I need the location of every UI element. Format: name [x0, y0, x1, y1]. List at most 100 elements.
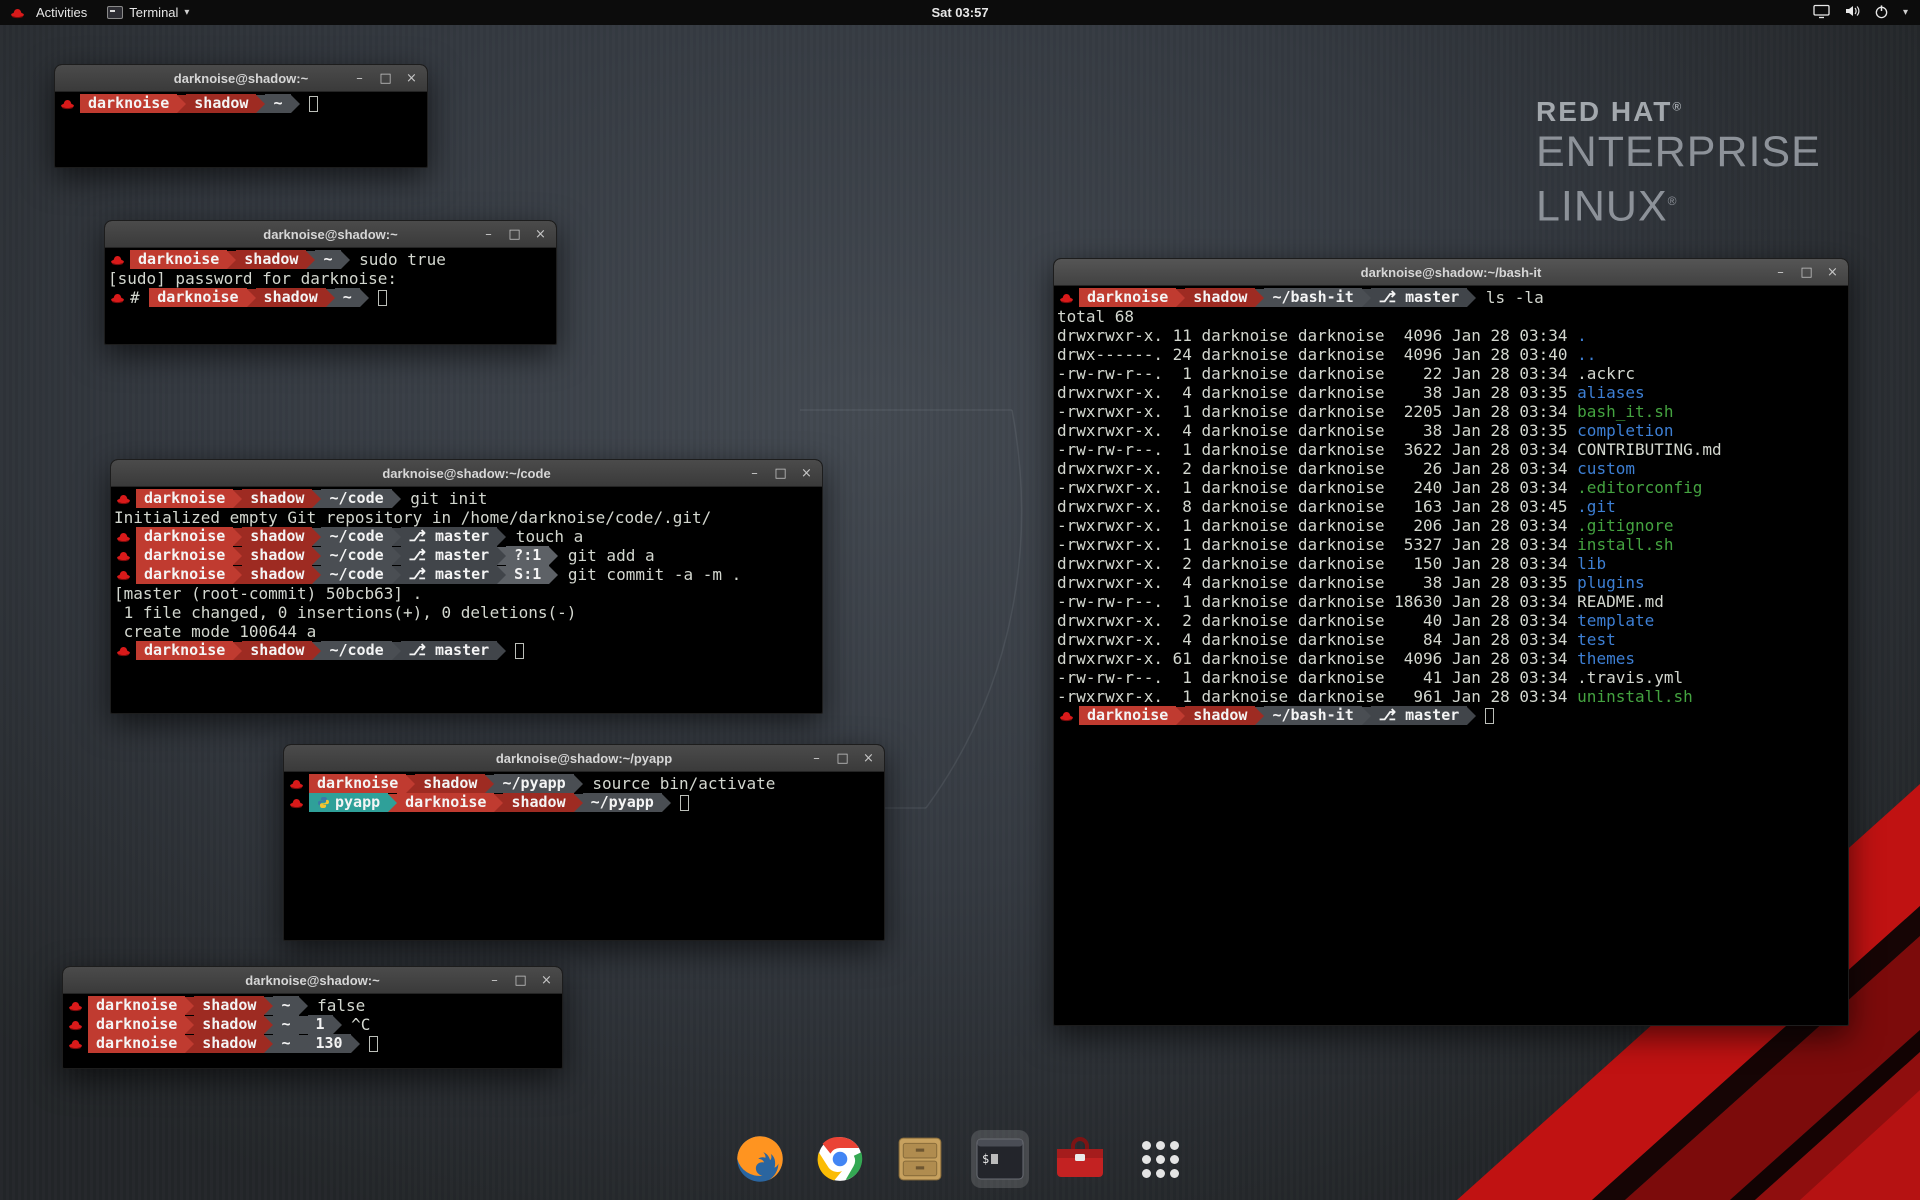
app-menu-terminal[interactable]: Terminal ▾: [107, 5, 189, 20]
powerline-separator-icon: [312, 528, 321, 546]
titlebar[interactable]: darknoise@shadow:~/bash-it – □ ×: [1054, 259, 1848, 286]
close-button[interactable]: ×: [540, 974, 553, 987]
ls-entry: drwxrwxr-x. 4 darknoise darknoise 38 Jan…: [1057, 573, 1845, 592]
terminal-content[interactable]: darknoiseshadow~ sudo true[sudo] passwor…: [105, 248, 556, 309]
terminal-content[interactable]: darknoiseshadow~: [55, 92, 427, 115]
ls-entry-details: drwxrwxr-x. 11 darknoise darknoise 4096 …: [1057, 326, 1577, 345]
ls-entry-details: -rwxrwxr-x. 1 darknoise darknoise 2205 J…: [1057, 402, 1577, 421]
terminal-content[interactable]: darknoiseshadow~/code git initInitialize…: [111, 487, 822, 662]
ls-entry: drwxrwxr-x. 11 darknoise darknoise 4096 …: [1057, 326, 1845, 345]
command-text: false: [308, 996, 366, 1015]
minimize-button[interactable]: –: [482, 228, 495, 241]
titlebar[interactable]: darknoise@shadow:~ – □ ×: [63, 967, 562, 994]
redhat-icon: [110, 254, 125, 266]
titlebar[interactable]: darknoise@shadow:~ – □ ×: [105, 221, 556, 248]
titlebar[interactable]: darknoise@shadow:~/pyapp – □ ×: [284, 745, 884, 772]
prompt-segment-path: ~/code: [321, 641, 391, 660]
powerline-separator-icon: [1467, 707, 1476, 725]
terminal-content[interactable]: darknoiseshadow~ falsedarknoiseshadow~1 …: [63, 994, 562, 1055]
dock-item-terminal[interactable]: $: [971, 1130, 1029, 1188]
powerline-separator-icon: [392, 547, 401, 565]
system-status-area[interactable]: ▾: [1813, 3, 1920, 22]
maximize-button[interactable]: □: [514, 974, 527, 987]
ls-entry-name: ..: [1577, 345, 1596, 364]
command-text: ls -la: [1476, 288, 1543, 307]
close-button[interactable]: ×: [534, 228, 547, 241]
minimize-button[interactable]: –: [1774, 266, 1787, 279]
ls-entry-details: -rw-rw-r--. 1 darknoise darknoise 3622 J…: [1057, 440, 1577, 459]
maximize-button[interactable]: □: [508, 228, 521, 241]
terminal-window-pyapp[interactable]: darknoise@shadow:~/pyapp – □ × darknoise…: [283, 744, 885, 941]
prompt-line: darknoiseshadow~/pyapp source bin/activa…: [287, 774, 881, 793]
terminal-content[interactable]: darknoiseshadow~/bash-it⎇ master ls -lat…: [1054, 286, 1848, 727]
ls-entry-details: drwxrwxr-x. 2 darknoise darknoise 40 Jan…: [1057, 611, 1577, 630]
output-line: [master (root-commit) 50bcb63] .: [114, 584, 819, 603]
prompt-segment-git: ⎇ master: [401, 565, 498, 584]
minimize-button[interactable]: –: [810, 752, 823, 765]
terminal-cursor: [1485, 708, 1494, 724]
prompt-segment-path: ~: [315, 250, 340, 269]
prompt-segment-user: darknoise: [88, 996, 185, 1015]
redhat-icon: [68, 1000, 83, 1012]
dock-item-files[interactable]: [891, 1130, 949, 1188]
titlebar[interactable]: darknoise@shadow:~ – □ ×: [55, 65, 427, 92]
prompt-segment-host: shadow: [1185, 706, 1255, 725]
maximize-button[interactable]: □: [774, 467, 787, 480]
output-line: 1 file changed, 0 insertions(+), 0 delet…: [114, 603, 819, 622]
prompt-segment-path: ~/code: [321, 527, 391, 546]
prompt-segment-path: ~/bash-it: [1264, 288, 1361, 307]
ls-entry-name: custom: [1577, 459, 1635, 478]
ls-entry: drwxrwxr-x. 4 darknoise darknoise 38 Jan…: [1057, 383, 1845, 402]
window-title: darknoise@shadow:~: [174, 71, 308, 86]
window-title: darknoise@shadow:~/pyapp: [496, 751, 672, 766]
powerline-separator-icon: [497, 547, 506, 565]
maximize-button[interactable]: □: [1800, 266, 1813, 279]
prompt-line: darknoiseshadow~ false: [66, 996, 559, 1015]
powerline-separator-icon: [549, 566, 558, 584]
prompt-segment-host: shadow: [186, 94, 256, 113]
prompt-segment-path: ~/pyapp: [494, 774, 573, 793]
terminal-window-sudo[interactable]: darknoise@shadow:~ – □ × darknoiseshadow…: [104, 220, 557, 345]
clock[interactable]: Sat 03:57: [931, 5, 988, 20]
ls-entry-details: drwxrwxr-x. 4 darknoise darknoise 38 Jan…: [1057, 383, 1577, 402]
titlebar[interactable]: darknoise@shadow:~/code – □ ×: [111, 460, 822, 487]
prompt-line: darknoiseshadow~: [58, 94, 424, 113]
powerline-separator-icon: [392, 642, 401, 660]
prompt-line: darknoiseshadow~130: [66, 1034, 559, 1053]
powerline-separator-icon: [264, 997, 273, 1015]
dock-item-firefox[interactable]: [731, 1130, 789, 1188]
powerline-separator-icon: [574, 775, 583, 793]
maximize-button[interactable]: □: [379, 72, 392, 85]
close-button[interactable]: ×: [1826, 266, 1839, 279]
dock: $: [0, 1130, 1920, 1188]
output-line: [sudo] password for darknoise:: [108, 269, 553, 288]
minimize-button[interactable]: –: [748, 467, 761, 480]
prompt-segment-host: shadow: [415, 774, 485, 793]
dock-item-show-applications[interactable]: [1131, 1130, 1189, 1188]
maximize-button[interactable]: □: [836, 752, 849, 765]
powerline-separator-icon: [549, 547, 558, 565]
minimize-button[interactable]: –: [488, 974, 501, 987]
terminal-window-home-1[interactable]: darknoise@shadow:~ – □ × darknoiseshadow…: [54, 64, 428, 168]
close-button[interactable]: ×: [862, 752, 875, 765]
close-button[interactable]: ×: [800, 467, 813, 480]
terminal-window-home-2[interactable]: darknoise@shadow:~ – □ × darknoiseshadow…: [62, 966, 563, 1069]
powerline-separator-icon: [351, 1035, 360, 1053]
dock-item-toolbox[interactable]: [1051, 1130, 1109, 1188]
close-button[interactable]: ×: [405, 72, 418, 85]
prompt-segment-user: darknoise: [88, 1015, 185, 1034]
dock-item-chrome[interactable]: [811, 1130, 869, 1188]
command-text: git init: [401, 489, 488, 508]
prompt-segment-host: shadow: [242, 641, 312, 660]
prompt-segment-user: darknoise: [149, 288, 246, 307]
ls-entry-details: -rw-rw-r--. 1 darknoise darknoise 18630 …: [1057, 592, 1577, 611]
ls-entry: -rw-rw-r--. 1 darknoise darknoise 18630 …: [1057, 592, 1845, 611]
powerline-separator-icon: [227, 251, 236, 269]
prompt-segment-user: darknoise: [136, 527, 233, 546]
terminal-window-bash-it[interactable]: darknoise@shadow:~/bash-it – □ × darknoi…: [1053, 258, 1849, 1026]
minimize-button[interactable]: –: [353, 72, 366, 85]
activities-button[interactable]: Activities: [8, 5, 87, 20]
ls-entry-details: -rw-rw-r--. 1 darknoise darknoise 41 Jan…: [1057, 668, 1577, 687]
terminal-content[interactable]: darknoiseshadow~/pyapp source bin/activa…: [284, 772, 884, 814]
terminal-window-code[interactable]: darknoise@shadow:~/code – □ × darknoise s…: [110, 459, 823, 714]
